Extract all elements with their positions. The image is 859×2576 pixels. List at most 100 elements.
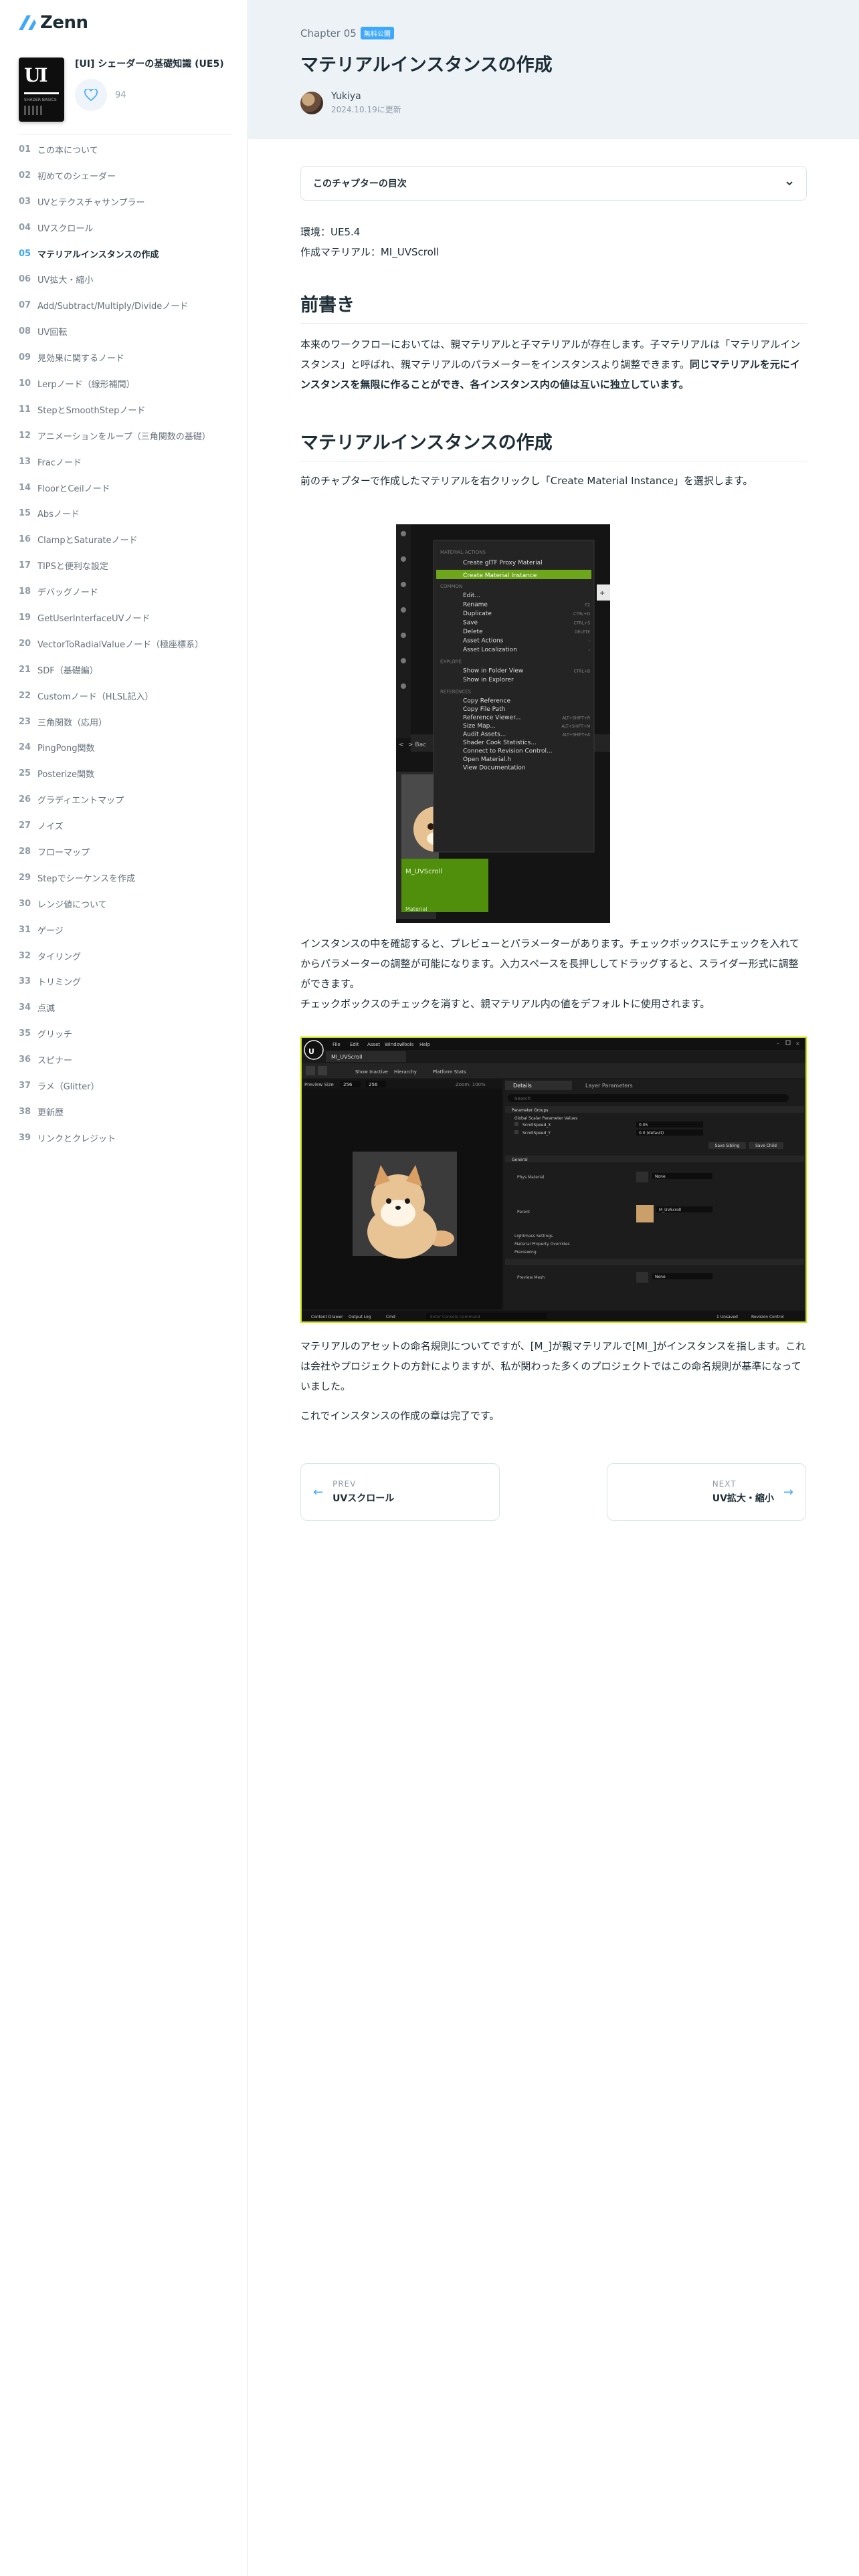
chapter-item[interactable]: 31 ゲージ bbox=[19, 917, 240, 943]
revision-control-status[interactable]: Revision Control bbox=[751, 1315, 784, 1319]
author-name[interactable]: Yukiya bbox=[331, 91, 401, 102]
chapter-item[interactable]: 26 グラディエントマップ bbox=[19, 786, 240, 813]
menu-item[interactable]: Copy File Path bbox=[463, 706, 505, 713]
chapter-item[interactable]: 37 ラメ（Glitter） bbox=[19, 1073, 240, 1099]
menu-item[interactable]: Rename bbox=[463, 602, 488, 609]
menu-item[interactable]: Delete bbox=[463, 629, 483, 635]
chapter-item[interactable]: 19 GetUserInterfaceUVノード bbox=[19, 605, 240, 631]
chapter-item[interactable]: 11 StepとSmoothStepノード bbox=[19, 397, 240, 423]
chapter-item[interactable]: 30 レンジ値について bbox=[19, 891, 240, 917]
details-tab: Details bbox=[513, 1083, 532, 1089]
editor-menu-item[interactable]: Asset bbox=[367, 1042, 380, 1047]
unsaved-status[interactable]: 1 Unsaved bbox=[717, 1315, 738, 1319]
zenn-logo[interactable]: Zenn bbox=[19, 12, 88, 33]
param-checkbox[interactable] bbox=[514, 1130, 518, 1134]
bottom-bar-item[interactable]: Output Log bbox=[349, 1315, 371, 1319]
avatar[interactable] bbox=[300, 92, 323, 114]
chapter-item-number: 25 bbox=[19, 768, 31, 779]
menu-item[interactable]: Open Material.h bbox=[463, 756, 511, 763]
menu-item[interactable]: Asset Localization bbox=[463, 647, 517, 653]
chapter-item[interactable]: 02 初めてのシェーダー bbox=[19, 163, 240, 189]
menu-item-gltf[interactable]: Create glTF Proxy Material bbox=[463, 560, 543, 566]
menu-item[interactable]: Edit... bbox=[463, 593, 480, 599]
menu-item[interactable]: Duplicate bbox=[463, 611, 492, 617]
chapter-item[interactable]: 25 Posterize関数 bbox=[19, 760, 240, 786]
chapter-item[interactable]: 24 PingPong関数 bbox=[19, 734, 240, 760]
editor-menu-item[interactable]: Window bbox=[385, 1042, 403, 1047]
menu-item[interactable]: Asset Actions bbox=[463, 638, 504, 645]
chapter-item[interactable]: 07 Add/Subtract/Multiply/Divideノード bbox=[19, 292, 240, 318]
chapter-item[interactable]: 14 FloorとCeilノード bbox=[19, 475, 240, 501]
chapter-item[interactable]: 20 VectorToRadialValueノード（極座標系） bbox=[19, 631, 240, 657]
chapter-item[interactable]: 10 Lerpノード（線形補間） bbox=[19, 370, 240, 397]
chapter-item[interactable]: 15 Absノード bbox=[19, 500, 240, 526]
menu-item[interactable]: Connect to Revision Control... bbox=[463, 748, 553, 755]
menu-item[interactable]: Size Map... bbox=[463, 723, 496, 730]
chapter-item-number: 06 bbox=[19, 274, 31, 285]
chapter-item[interactable]: 36 スピナー bbox=[19, 1047, 240, 1073]
chapter-item[interactable]: 29 Stepでシーケンスを作成 bbox=[19, 865, 240, 891]
chapter-item[interactable]: 09 見効果に関するノード bbox=[19, 344, 240, 370]
menu-item[interactable]: Shader Cook Statistics... bbox=[463, 740, 537, 746]
chapter-item[interactable]: 08 UV回転 bbox=[19, 318, 240, 344]
prev-chapter-link[interactable]: ← PREV UVスクロール bbox=[300, 1463, 500, 1521]
editor-toolbar-item[interactable]: Platform Stats bbox=[433, 1069, 466, 1075]
menu-item[interactable]: Reference Viewer... bbox=[463, 715, 521, 722]
editor-menu-item[interactable]: Tools bbox=[401, 1042, 414, 1047]
chapter-item[interactable]: 18 デバッグノード bbox=[19, 578, 240, 605]
chapter-item[interactable]: 17 TIPSと便利な設定 bbox=[19, 552, 240, 578]
chapter-item-number: 23 bbox=[19, 716, 31, 727]
chapter-item[interactable]: 23 三角関数（応用） bbox=[19, 709, 240, 735]
menu-item[interactable]: Audit Assets... bbox=[463, 732, 506, 738]
menu-item[interactable]: Show in Explorer bbox=[463, 677, 514, 683]
editor-menu-item[interactable]: Help bbox=[419, 1042, 431, 1047]
menu-item[interactable]: Show in Folder View bbox=[463, 668, 523, 675]
bottom-bar-item[interactable]: Cmd bbox=[386, 1315, 395, 1319]
menu-shortcut: › bbox=[589, 639, 590, 644]
menu-section-label: REFERENCES bbox=[440, 689, 472, 695]
chapter-item[interactable]: 22 Customノード（HLSL記入） bbox=[19, 683, 240, 709]
chapter-item[interactable]: 27 ノイズ bbox=[19, 813, 240, 839]
book-title[interactable]: [UI] シェーダーの基礎知識 (UE5) bbox=[75, 58, 232, 71]
chapter-item[interactable]: 12 アニメーションをループ（三角関数の基礎） bbox=[19, 423, 240, 449]
chapter-item[interactable]: 03 UVとテクスチャサンプラー bbox=[19, 189, 240, 215]
svg-text:U: U bbox=[308, 1047, 314, 1056]
article-body-2: インスタンスの中を確認すると、プレビューとパラメーターがあります。チェックボック… bbox=[248, 934, 807, 1014]
chapter-item[interactable]: 33 トリミング bbox=[19, 969, 240, 995]
chapter-item[interactable]: 16 ClampとSaturateノード bbox=[19, 526, 240, 552]
chapter-item[interactable]: 01 この本について bbox=[19, 136, 240, 163]
chapter-item-label: 更新歴 bbox=[37, 1107, 64, 1118]
editor-menu-item[interactable]: File bbox=[332, 1042, 341, 1047]
chapter-item[interactable]: 35 グリッチ bbox=[19, 1021, 240, 1047]
editor-menu-item[interactable]: Edit bbox=[350, 1042, 359, 1047]
chapter-item[interactable]: 34 点滅 bbox=[19, 994, 240, 1021]
like-button[interactable] bbox=[75, 79, 107, 112]
editor-toolbar-item[interactable]: Show Inactive bbox=[355, 1069, 388, 1075]
chapter-item[interactable]: 32 タイリング bbox=[19, 943, 240, 969]
chapter-toc-toggle[interactable]: このチャプターの目次 bbox=[300, 166, 807, 201]
chapter-item-number: 30 bbox=[19, 898, 31, 909]
chapter-item[interactable]: 39 リンクとクレジット bbox=[19, 1125, 240, 1151]
chapter-item[interactable]: 38 更新歴 bbox=[19, 1099, 240, 1125]
chapter-item[interactable]: 21 SDF（基礎編） bbox=[19, 657, 240, 683]
menu-item[interactable]: Copy Reference bbox=[463, 698, 510, 705]
svg-text:+: + bbox=[599, 590, 605, 597]
next-chapter-link[interactable]: NEXT UV拡大・縮小 → bbox=[607, 1463, 806, 1521]
chapter-item[interactable]: 13 Fracノード bbox=[19, 449, 240, 475]
menu-item-create-instance[interactable]: Create Material Instance bbox=[463, 572, 537, 579]
chapter-item-number: 24 bbox=[19, 742, 31, 753]
chapter-item[interactable]: 06 UV拡大・縮小 bbox=[19, 266, 240, 292]
chapter-item[interactable]: 05 マテリアルインスタンスの作成 bbox=[19, 241, 240, 267]
param-checkbox[interactable] bbox=[514, 1122, 518, 1126]
menu-item[interactable]: Save bbox=[463, 620, 478, 627]
menu-item[interactable]: View Documentation bbox=[463, 765, 526, 772]
arrow-left-icon: ← bbox=[313, 1485, 324, 1499]
chapter-item[interactable]: 28 フローマップ bbox=[19, 839, 240, 865]
book-cover[interactable]: UI SHADER BASICS bbox=[19, 58, 64, 122]
chapter-item[interactable]: 04 UVスクロール bbox=[19, 215, 240, 241]
bottom-bar-item[interactable]: Content Drawer bbox=[311, 1315, 343, 1319]
chapter-item-number: 16 bbox=[19, 534, 31, 545]
chapter-item-label: リンクとクレジット bbox=[37, 1134, 116, 1144]
prop-name: Parent bbox=[517, 1210, 531, 1214]
editor-toolbar-item[interactable]: Hierarchy bbox=[394, 1069, 417, 1075]
